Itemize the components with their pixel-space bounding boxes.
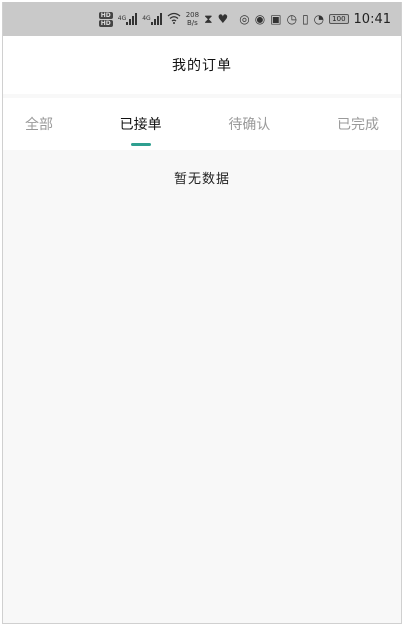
nfc-icon: ▣ (270, 12, 282, 26)
network-type-1: 4G (117, 15, 127, 22)
hd-badge-1: HD (98, 11, 113, 19)
speed-value: 208 (185, 11, 200, 19)
status-bar: HD HD 4G 4G 208 B/s ⧗ ♥ ◎ ◉ ▣ ◷ ▯ ◔ 100 … (3, 2, 401, 36)
battery-icon: 100 (329, 14, 349, 24)
network-type-2: 4G (142, 15, 151, 22)
alarm-icon: ◷ (286, 12, 298, 26)
hd-badge-2: HD (98, 19, 113, 27)
signal-icon-2: 4G (142, 13, 162, 25)
speed-unit: B/s (186, 19, 198, 27)
wifi-icon (167, 12, 181, 27)
tab-label: 已完成 (336, 117, 379, 133)
heart-icon: ♥ (217, 12, 229, 26)
order-tabs: 全部 已接单 待确认 已完成 (3, 98, 401, 150)
tab-accepted[interactable]: 已接单 (119, 114, 162, 146)
signal-icon: 4G (117, 13, 138, 25)
tab-all[interactable]: 全部 (25, 114, 53, 134)
network-speed: 208 B/s (186, 11, 199, 27)
speedometer-icon: ◔ (313, 12, 325, 26)
eye-icon: ◉ (254, 12, 266, 26)
data-saver-icon: ◎ (239, 12, 250, 26)
tab-pending-confirm[interactable]: 待确认 (228, 114, 270, 134)
page-header: 我的订单 (3, 36, 401, 94)
tab-completed[interactable]: 已完成 (337, 114, 379, 134)
tab-label: 全部 (25, 117, 53, 133)
page-title: 我的订单 (172, 58, 232, 74)
app-frame: HD HD 4G 4G 208 B/s ⧗ ♥ ◎ ◉ ▣ ◷ ▯ ◔ 100 … (2, 2, 402, 624)
battery-level: 100 (332, 15, 346, 23)
tab-label: 已接单 (119, 117, 162, 133)
active-tab-indicator (130, 143, 151, 146)
empty-state-message: 暂无数据 (173, 172, 230, 187)
hourglass-icon: ⧗ (204, 11, 213, 26)
vibrate-icon: ▯ (302, 12, 309, 26)
tab-label: 待确认 (228, 117, 271, 133)
hd-icon: HD HD (98, 11, 113, 27)
clock: 10:41 (353, 11, 391, 27)
